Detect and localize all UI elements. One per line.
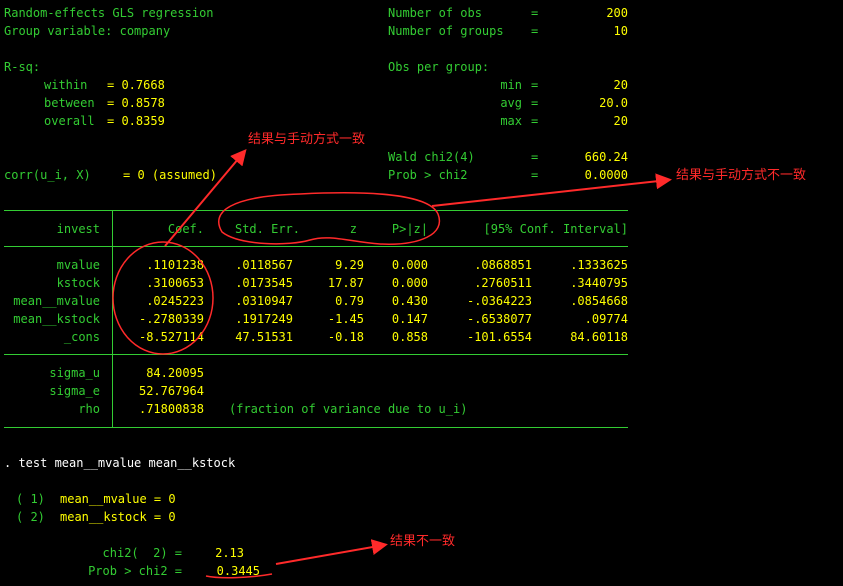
coef-cell: .1101238 (146, 258, 204, 272)
max-value: 20 (613, 114, 628, 128)
z-cell: -0.18 (327, 330, 364, 344)
group-variable: Group variable: company (4, 24, 171, 38)
obs-per-group-label: Obs per group: (388, 60, 490, 74)
z-cell: 17.87 (327, 276, 364, 290)
within-label: within (44, 78, 88, 92)
test-annotation: 结果不一致 (390, 534, 456, 549)
rho-label: rho (78, 402, 100, 416)
wald-label: Wald chi2(4) (388, 150, 475, 164)
se-cell: .0173545 (235, 276, 293, 290)
min-label: min (500, 78, 522, 92)
test-command: . test mean__mvalue mean__kstock (4, 456, 236, 470)
ci-low-cell: .2760511 (474, 276, 532, 290)
ngroups-label: Number of groups (388, 24, 504, 38)
avg-label: avg (500, 96, 522, 110)
row-name: mean__kstock (13, 312, 100, 326)
se-cell: 47.51531 (235, 330, 293, 344)
ci-low-cell: .0868851 (474, 258, 532, 272)
se-cell: .1917249 (235, 312, 293, 326)
ngroups-value: 10 (613, 24, 628, 38)
ci-high-cell: .3440795 (570, 276, 628, 290)
ci-low-cell: -.6538077 (466, 312, 532, 326)
row-name: kstock (56, 276, 100, 290)
rho-value: .71800838 (138, 402, 204, 416)
ci-high-cell: .09774 (584, 312, 628, 326)
ci-low-cell: -101.6554 (466, 330, 532, 344)
row-name: _cons (63, 330, 100, 344)
avg-eq: = (531, 96, 539, 110)
ci-low-cell: -.0364223 (466, 294, 532, 308)
min-value: 20 (613, 78, 628, 92)
p-cell: 0.858 (391, 330, 428, 344)
coef-cell: .3100653 (146, 276, 204, 290)
col-p-header: P>|z| (391, 222, 428, 236)
test-chi2-value: 2.13 (215, 546, 244, 560)
min-eq: = (531, 78, 539, 92)
rsq-label: R-sq: (4, 60, 41, 74)
se-cell: .0310947 (235, 294, 293, 308)
p-cell: 0.430 (391, 294, 428, 308)
depvar-header: invest (56, 222, 100, 236)
wald-value: 660.24 (584, 150, 628, 164)
sigma-u-value: 84.20095 (146, 366, 204, 380)
test-prob-label: Prob > chi2 = (88, 564, 182, 578)
col-se-header: Std. Err. (234, 222, 300, 236)
ci-high-cell: .1333625 (570, 258, 628, 272)
ci-high-cell: .0854668 (570, 294, 628, 308)
prob-value: 0.0000 (584, 168, 628, 182)
table-bottom-rule (4, 427, 628, 428)
overall-value: = 0.8359 (107, 114, 165, 128)
nobs-label: Number of obs (388, 6, 482, 20)
row-name: mvalue (56, 258, 100, 272)
prob-label: Prob > chi2 (388, 168, 468, 182)
ci-high-cell: 84.60118 (570, 330, 628, 344)
constraint-1-number: ( 1) (16, 492, 45, 506)
rho-note: (fraction of variance due to u_i) (229, 402, 468, 416)
coef-cell: .0245223 (146, 294, 204, 308)
wald-eq: = (531, 150, 539, 164)
between-label: between (44, 96, 95, 110)
z-cell: 9.29 (335, 258, 364, 272)
col-coef-header: Coef. (167, 222, 204, 236)
col-ci-header: [95% Conf. Interval] (483, 222, 629, 236)
table-header-rule (4, 246, 628, 247)
row-name: mean__mvalue (13, 294, 100, 308)
test-prob-value: 0.3445 (216, 564, 260, 578)
se-annotation: 结果与手动方式不一致 (676, 168, 807, 183)
table-mid-rule (4, 354, 628, 355)
p-cell: 0.147 (391, 312, 428, 326)
z-cell: 0.79 (335, 294, 364, 308)
constraint-1: mean__mvalue = 0 (60, 492, 176, 506)
ngroups-eq: = (531, 24, 539, 38)
nobs-eq: = (531, 6, 539, 20)
p-cell: 0.000 (391, 276, 428, 290)
nobs-value: 200 (606, 6, 628, 20)
coef-annotation: 结果与手动方式一致 (248, 132, 366, 147)
constraint-2: mean__kstock = 0 (60, 510, 176, 524)
max-eq: = (531, 114, 539, 128)
corr-label: corr(u_i, X) (4, 168, 91, 182)
coef-cell: -.2780339 (138, 312, 204, 326)
prob-eq: = (531, 168, 539, 182)
within-value: = 0.7668 (107, 78, 165, 92)
z-cell: -1.45 (327, 312, 364, 326)
se-cell: .0118567 (235, 258, 293, 272)
max-label: max (500, 114, 522, 128)
col-z-header: z (349, 222, 357, 236)
overall-label: overall (44, 114, 95, 128)
test-arrow (275, 539, 388, 565)
p-cell: 0.000 (391, 258, 428, 272)
table-vertical-rule (112, 210, 113, 428)
coef-cell: -8.527114 (138, 330, 204, 344)
test-chi2-label: chi2( 2) = (102, 546, 182, 560)
sigma-e-label: sigma_e (49, 384, 100, 398)
avg-value: 20.0 (599, 96, 628, 110)
constraint-2-number: ( 2) (16, 510, 45, 524)
between-value: = 0.8578 (107, 96, 165, 110)
sigma-e-value: 52.767964 (138, 384, 204, 398)
regression-title: Random-effects GLS regression (4, 6, 214, 20)
table-top-rule (4, 210, 628, 211)
corr-value: = 0 (assumed) (123, 168, 217, 182)
sigma-u-label: sigma_u (49, 366, 100, 380)
